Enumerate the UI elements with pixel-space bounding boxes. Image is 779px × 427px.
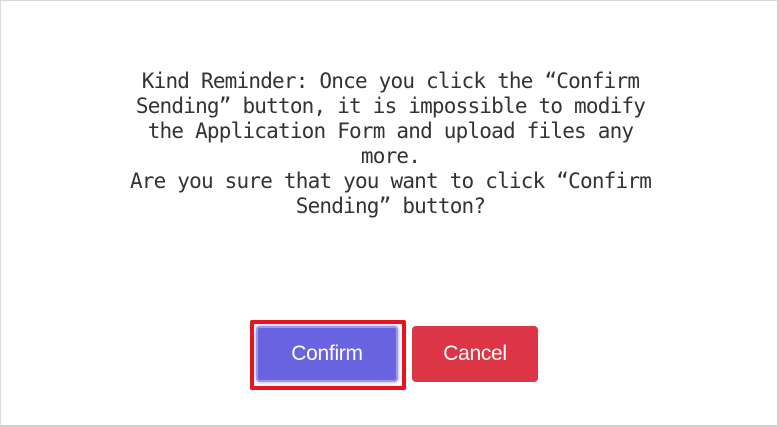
cancel-button[interactable]: Cancel [412,326,538,382]
message-line: Sending” button, it is impossible to mod… [135,94,646,118]
message-line: Are you sure that you want to click “Con… [129,169,652,193]
confirm-sending-dialog: Kind Reminder: Once you click the “Confi… [0,0,779,427]
dialog-actions: Confirm Cancel [1,320,779,392]
message-line: Sending” button? [295,194,486,218]
message-line: the Application Form and upload files an… [147,119,634,143]
message-line: more. [360,144,421,168]
message-line: Kind Reminder: Once you click the “Confi… [141,69,640,93]
confirm-button[interactable]: Confirm [256,326,398,382]
reminder-message: Kind Reminder: Once you click the “Confi… [41,69,740,219]
